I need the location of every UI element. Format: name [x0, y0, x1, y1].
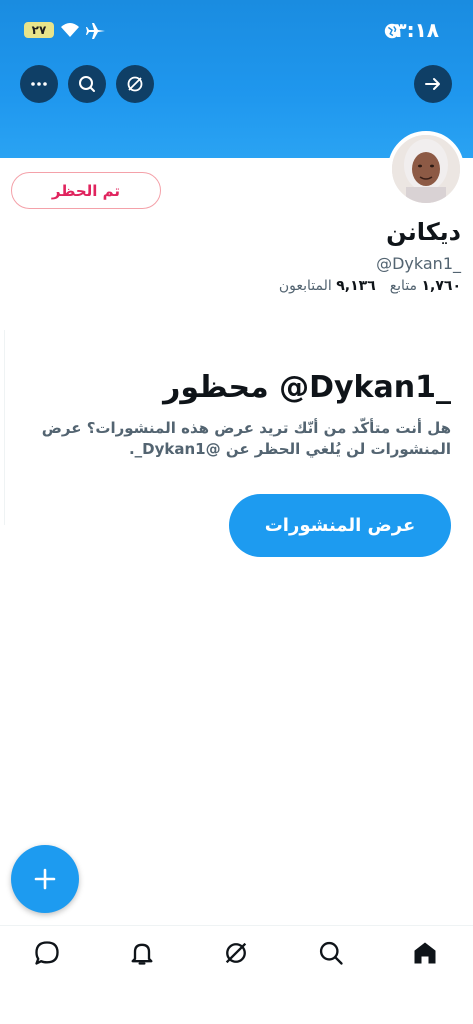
blocked-button[interactable]: تم الحظر [11, 172, 161, 209]
grok-icon [225, 942, 247, 964]
blocked-title: محظور @Dykan1_ [163, 370, 451, 405]
followers-stat[interactable]: ٩,١٣٦ المتابعون [279, 278, 376, 294]
airplane-icon [86, 23, 105, 39]
wifi-icon [61, 23, 79, 37]
search-button[interactable] [68, 65, 106, 103]
arrow-right-icon [425, 78, 440, 90]
bottom-nav [0, 925, 473, 980]
profile-handle: @Dykan1_ [376, 254, 461, 273]
more-icon [31, 82, 47, 86]
profile-stats: ١,٧٦٠ متابع ٩,١٣٦ المتابعون [279, 278, 461, 294]
nav-grok[interactable] [221, 938, 251, 968]
following-label: متابع [389, 278, 418, 294]
avatar[interactable] [388, 131, 464, 207]
nav-home[interactable] [410, 938, 440, 968]
following-stat[interactable]: ١,٧٦٠ متابع [390, 278, 461, 294]
followers-count: ٩,١٣٦ [336, 278, 376, 294]
more-button[interactable] [20, 65, 58, 103]
search-icon [319, 941, 343, 965]
following-count: ١,٧٦٠ [421, 278, 462, 294]
plus-icon [34, 868, 56, 890]
battery-icon: ٢٧ [24, 22, 54, 38]
followers-label: المتابعون [278, 278, 332, 294]
view-posts-button[interactable]: عرض المنشورات [229, 494, 451, 557]
status-bar: ٣:١٨ ٢٧ [0, 12, 473, 48]
grok-button[interactable] [116, 65, 154, 103]
back-button[interactable] [414, 65, 452, 103]
blocked-message: هل أنت متأكّد من أنّك تريد عرض هذه المنش… [41, 419, 451, 458]
vpn-globe-icon [384, 23, 400, 39]
nav-messages[interactable] [32, 938, 62, 968]
compose-button[interactable] [11, 845, 79, 913]
avatar-image [392, 135, 460, 203]
home-icon [414, 942, 436, 964]
battery-level: ٢٧ [31, 23, 47, 37]
nav-notifications[interactable] [127, 938, 157, 968]
search-icon [79, 76, 95, 92]
grok-icon [127, 76, 143, 92]
divider [4, 330, 5, 525]
notifications-icon [131, 943, 153, 965]
messages-icon [35, 941, 59, 965]
nav-search[interactable] [316, 938, 346, 968]
status-time: ٣:١٨ [394, 18, 439, 42]
profile-name: ديكانن [386, 218, 461, 246]
